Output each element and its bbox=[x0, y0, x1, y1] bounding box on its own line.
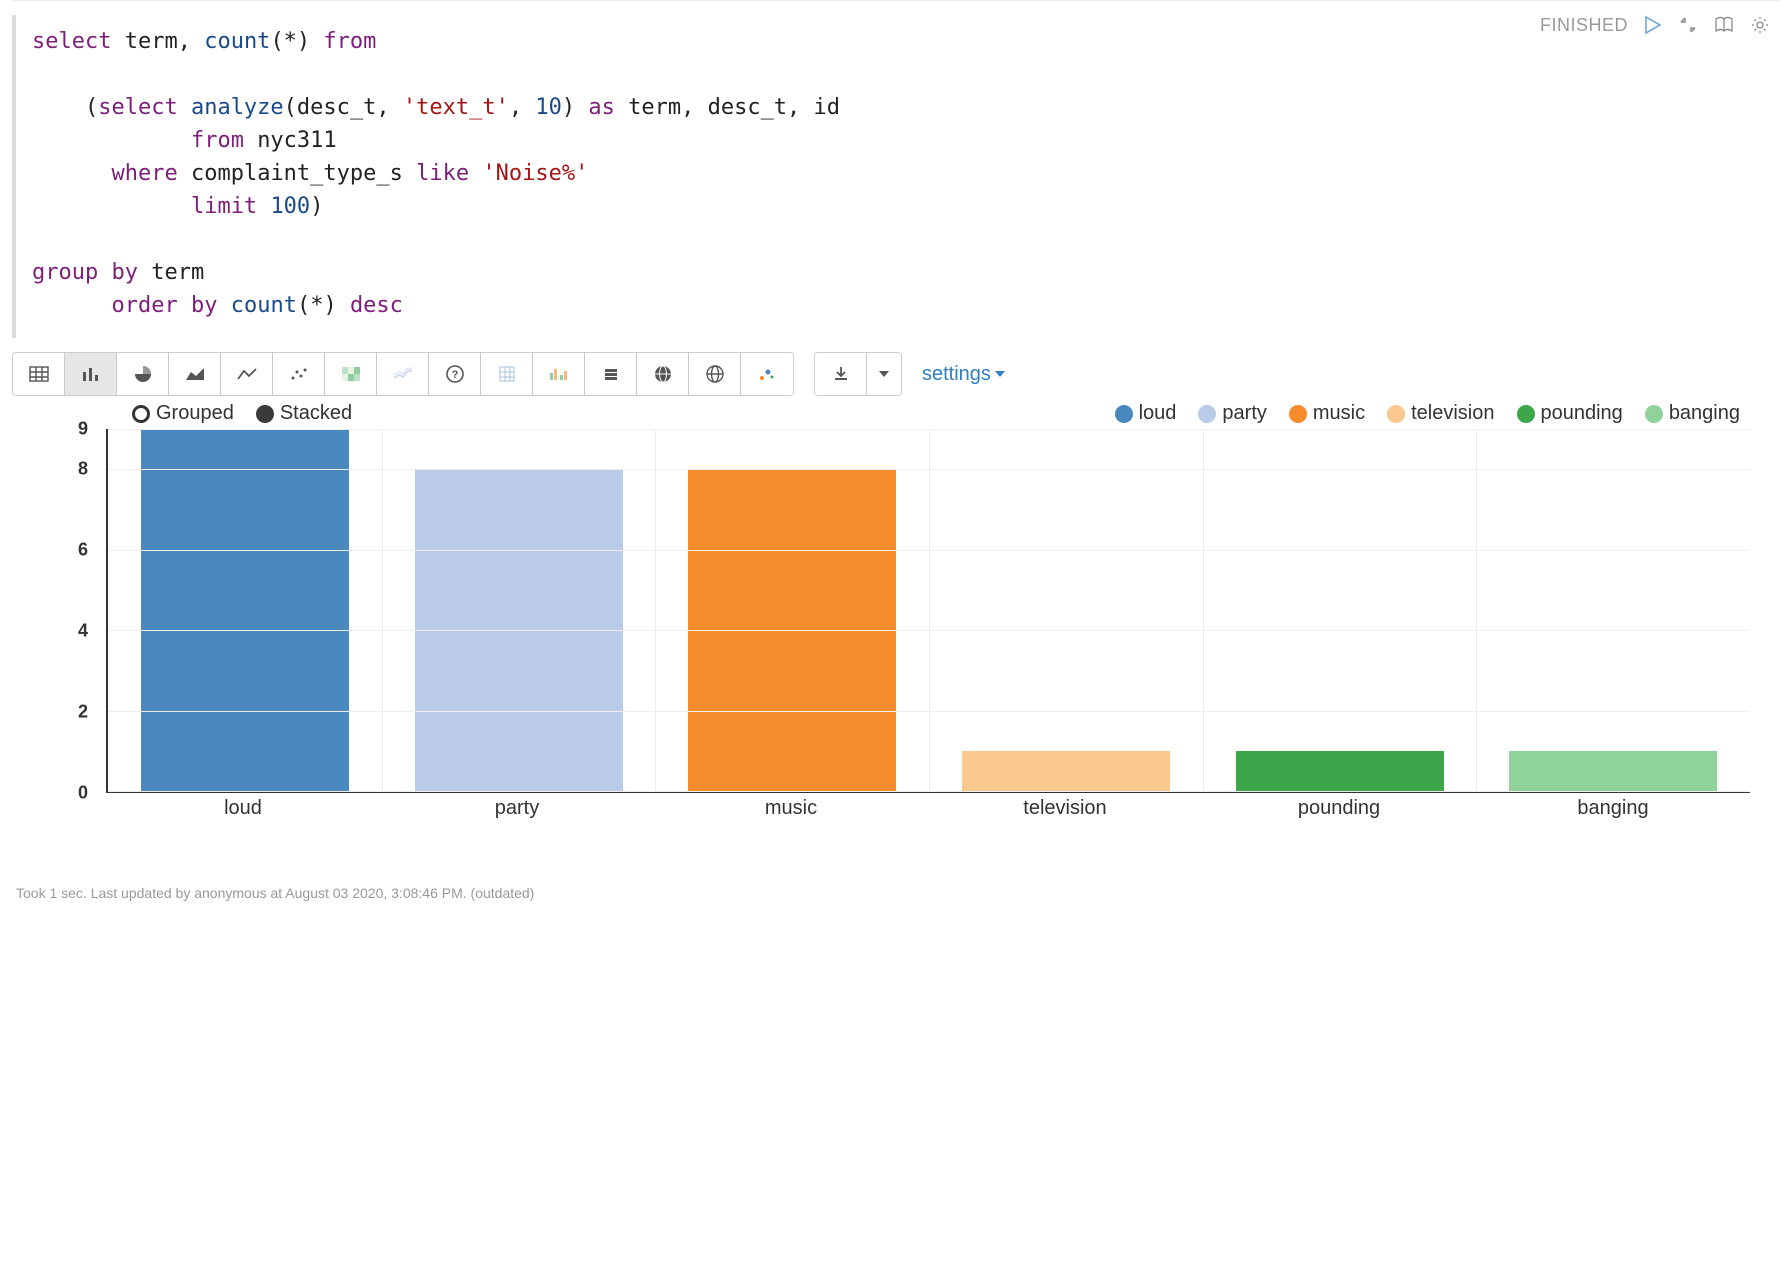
radio-solid-icon bbox=[256, 405, 274, 423]
svg-text:?: ? bbox=[451, 369, 458, 381]
globe-outline-icon[interactable] bbox=[689, 353, 741, 395]
table-view-button[interactable] bbox=[13, 353, 65, 395]
y-tick: 2 bbox=[78, 702, 88, 723]
swatch-icon bbox=[1645, 405, 1663, 423]
y-tick: 0 bbox=[78, 783, 88, 804]
legend-series-banging[interactable]: banging bbox=[1645, 402, 1740, 425]
radio-hollow-icon bbox=[132, 405, 150, 423]
cell-footer-status: Took 1 sec. Last updated by anonymous at… bbox=[12, 877, 1780, 909]
stacked-chart-button[interactable] bbox=[585, 353, 637, 395]
scatter-chart-button[interactable] bbox=[273, 353, 325, 395]
bar-pounding[interactable] bbox=[1236, 751, 1444, 791]
x-label: party bbox=[380, 793, 654, 829]
plot-area bbox=[106, 429, 1750, 793]
legend-series-music[interactable]: music bbox=[1289, 402, 1365, 425]
sql-code: select term, count(*) from (select analy… bbox=[32, 25, 1770, 322]
gear-icon[interactable] bbox=[1748, 13, 1772, 37]
y-tick: 6 bbox=[78, 540, 88, 561]
download-group bbox=[814, 352, 902, 396]
run-icon[interactable] bbox=[1640, 13, 1664, 37]
line-chart-button[interactable] bbox=[221, 353, 273, 395]
pie-chart-button[interactable] bbox=[117, 353, 169, 395]
swatch-icon bbox=[1387, 405, 1405, 423]
cell-actions: FINISHED bbox=[1540, 13, 1772, 37]
collapse-icon[interactable] bbox=[1676, 13, 1700, 37]
x-axis: loudpartymusictelevisionpoundingbanging bbox=[106, 793, 1750, 829]
bar-chart: 024689 loudpartymusictelevisionpoundingb… bbox=[42, 429, 1750, 829]
y-axis: 024689 bbox=[42, 429, 102, 793]
legend-series-pounding[interactable]: pounding bbox=[1517, 402, 1623, 425]
y-tick: 9 bbox=[78, 419, 88, 440]
legend-grouped[interactable]: Grouped bbox=[132, 402, 234, 425]
book-icon[interactable] bbox=[1712, 13, 1736, 37]
legend-series-party[interactable]: party bbox=[1198, 402, 1266, 425]
legend-stacked[interactable]: Stacked bbox=[256, 402, 352, 425]
bar-banging[interactable] bbox=[1509, 751, 1717, 791]
multibar-chart-button[interactable] bbox=[533, 353, 585, 395]
settings-link[interactable]: settings bbox=[922, 363, 1005, 386]
swatch-icon bbox=[1198, 405, 1216, 423]
cell-status: FINISHED bbox=[1540, 15, 1628, 36]
trend-chart-button[interactable] bbox=[377, 353, 429, 395]
chart-type-group: ? bbox=[12, 352, 794, 396]
grid-chart-button[interactable] bbox=[481, 353, 533, 395]
download-caret-button[interactable] bbox=[867, 353, 901, 395]
x-label: pounding bbox=[1202, 793, 1476, 829]
download-button[interactable] bbox=[815, 353, 867, 395]
swatch-icon bbox=[1289, 405, 1307, 423]
bar-television[interactable] bbox=[962, 751, 1170, 791]
legend-series-television[interactable]: television bbox=[1387, 402, 1494, 425]
heatmap-button[interactable] bbox=[325, 353, 377, 395]
x-label: banging bbox=[1476, 793, 1750, 829]
notebook-cell: FINISHED select term, count(*) from (sel… bbox=[12, 0, 1780, 909]
x-label: music bbox=[654, 793, 928, 829]
settings-label: settings bbox=[922, 363, 991, 386]
y-tick: 8 bbox=[78, 459, 88, 480]
viz-toolbar: ? bbox=[12, 352, 1780, 396]
help-icon[interactable]: ? bbox=[429, 353, 481, 395]
chart-legend: Grouped Stacked loud party music television… bbox=[132, 402, 1740, 425]
bubble-chart-button[interactable] bbox=[741, 353, 793, 395]
swatch-icon bbox=[1517, 405, 1535, 423]
swatch-icon bbox=[1115, 405, 1133, 423]
bar-loud[interactable] bbox=[141, 429, 349, 791]
code-editor[interactable]: select term, count(*) from (select analy… bbox=[12, 15, 1780, 338]
legend-series-loud[interactable]: loud bbox=[1115, 402, 1177, 425]
bar-chart-button[interactable] bbox=[65, 353, 117, 395]
globe-solid-icon[interactable] bbox=[637, 353, 689, 395]
area-chart-button[interactable] bbox=[169, 353, 221, 395]
y-tick: 4 bbox=[78, 621, 88, 642]
x-label: loud bbox=[106, 793, 380, 829]
x-label: television bbox=[928, 793, 1202, 829]
